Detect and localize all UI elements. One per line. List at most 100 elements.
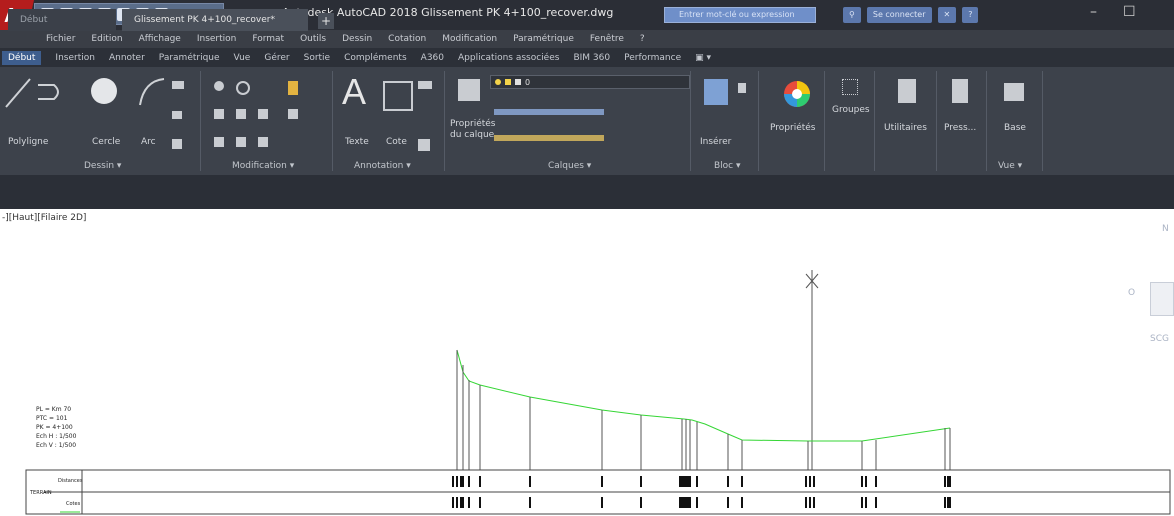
menu-help[interactable]: ?: [640, 34, 645, 44]
tab-vue[interactable]: Vue: [234, 53, 251, 63]
menu-outils[interactable]: Outils: [300, 34, 326, 44]
panel-vue-title[interactable]: Vue ▾: [998, 161, 1022, 171]
scale-icon[interactable]: [236, 137, 246, 147]
search-input[interactable]: Entrer mot-clé ou expression: [664, 7, 816, 23]
tick-mark: [468, 476, 470, 487]
tab-debut[interactable]: Début: [2, 50, 42, 65]
menu-bar: Fichier Edition Affichage Insertion Form…: [0, 30, 1174, 48]
stretch-icon[interactable]: [214, 137, 224, 147]
layer-dropdown[interactable]: 0: [490, 75, 690, 89]
menu-insertion[interactable]: Insertion: [197, 34, 237, 44]
rectangle-icon[interactable]: [172, 81, 184, 89]
create-block-icon[interactable]: [738, 83, 746, 93]
tick-mark: [640, 497, 642, 508]
drawing-canvas[interactable]: TERRAIN Distances Cotes: [0, 209, 1174, 516]
copy-icon[interactable]: [214, 109, 224, 119]
layer-name: 0: [525, 77, 531, 87]
cercle-label[interactable]: Cercle: [92, 137, 120, 147]
tab-insertion[interactable]: Insertion: [55, 53, 95, 63]
cote-label[interactable]: Cote: [386, 137, 407, 147]
tick-mark: [452, 497, 454, 508]
panel-calques-title[interactable]: Calques ▾: [548, 161, 591, 171]
menu-fichier[interactable]: Fichier: [46, 34, 75, 44]
minimize-button[interactable]: –: [1090, 4, 1123, 20]
tab-complements[interactable]: Compléments: [344, 53, 407, 63]
tab-applications-associees[interactable]: Applications associées: [458, 53, 559, 63]
tick-mark: [947, 476, 949, 487]
text-icon[interactable]: A: [342, 71, 366, 113]
erase-icon[interactable]: [288, 81, 298, 95]
utilitaires-label[interactable]: Utilitaires: [884, 123, 927, 133]
login-button[interactable]: Se connecter: [866, 7, 932, 23]
insert-block-icon[interactable]: [704, 79, 728, 105]
tab-performance[interactable]: Performance: [624, 53, 681, 63]
arc-label[interactable]: Arc: [141, 137, 156, 147]
gradient-icon[interactable]: [172, 139, 182, 149]
tick-mark: [460, 497, 462, 508]
tick-mark: [689, 497, 691, 508]
menu-edition[interactable]: Edition: [91, 34, 122, 44]
fillet-icon[interactable]: [258, 109, 268, 119]
panel-modification-title[interactable]: Modification ▾: [232, 161, 294, 171]
leader-icon[interactable]: [418, 81, 432, 89]
window-controls: –☐: [1090, 4, 1162, 20]
menu-fenetre[interactable]: Fenêtre: [590, 34, 624, 44]
exchange-apps-icon[interactable]: ✕: [937, 7, 957, 23]
line-icon[interactable]: [4, 75, 32, 111]
panel-annotation-title[interactable]: Annotation ▾: [354, 161, 411, 171]
explode-icon[interactable]: [288, 109, 298, 119]
layer-tools-row-1[interactable]: [494, 109, 604, 115]
tab-parametrique[interactable]: Paramétrique: [159, 53, 220, 63]
menu-affichage[interactable]: Affichage: [139, 34, 181, 44]
arc-icon[interactable]: [136, 75, 166, 107]
base-view-icon[interactable]: [1004, 83, 1024, 101]
groupes-label[interactable]: Groupes: [832, 105, 870, 115]
tick-mark: [813, 476, 815, 487]
dimension-icon[interactable]: [383, 81, 413, 111]
layer-tools-row-2[interactable]: [494, 135, 604, 141]
tab-gerer[interactable]: Gérer: [264, 53, 289, 63]
help-icon[interactable]: ?: [962, 7, 979, 23]
layer-properties-icon[interactable]: [458, 79, 480, 101]
panel-separator: [690, 71, 691, 171]
presse-papiers-label[interactable]: Press...: [944, 123, 976, 133]
mirror-icon[interactable]: [236, 109, 246, 119]
rotate-icon[interactable]: [236, 81, 250, 95]
proprietes-calque-label[interactable]: Propriétés du calque: [450, 119, 495, 141]
array-icon[interactable]: [258, 137, 268, 147]
tick-mark: [805, 497, 807, 508]
tab-annoter[interactable]: Annoter: [109, 53, 145, 63]
tab-bim360[interactable]: BIM 360: [573, 53, 610, 63]
binoculars-icon[interactable]: ⚲: [843, 7, 861, 23]
group-icon[interactable]: [842, 79, 858, 95]
tab-active-drawing[interactable]: Glissement PK 4+100_recover*: [122, 9, 308, 31]
menu-cotation[interactable]: Cotation: [388, 34, 426, 44]
clipboard-icon[interactable]: [952, 79, 968, 103]
panel-dessin-title[interactable]: Dessin ▾: [84, 161, 121, 171]
tab-start[interactable]: Début: [8, 9, 116, 31]
ribbon-toggle-icon[interactable]: ▣ ▾: [695, 53, 711, 63]
menu-dessin[interactable]: Dessin: [342, 34, 372, 44]
move-icon[interactable]: [214, 81, 224, 91]
polyligne-label[interactable]: Polyligne: [8, 137, 48, 147]
panel-bloc-title[interactable]: Bloc ▾: [714, 161, 741, 171]
calculator-icon[interactable]: [898, 79, 916, 103]
menu-format[interactable]: Format: [252, 34, 284, 44]
inserer-label[interactable]: Insérer: [700, 137, 731, 147]
tick-mark: [462, 476, 464, 487]
tick-mark: [949, 476, 951, 487]
menu-modification[interactable]: Modification: [442, 34, 497, 44]
circle-icon[interactable]: [88, 75, 120, 107]
tab-a360[interactable]: A360: [421, 53, 444, 63]
table-icon[interactable]: [418, 139, 430, 151]
texte-label[interactable]: Texte: [345, 137, 369, 147]
properties-color-wheel-icon[interactable]: [782, 79, 812, 109]
polyline-icon[interactable]: [34, 77, 64, 107]
new-tab-button[interactable]: +: [318, 13, 334, 29]
maximize-button[interactable]: ☐: [1123, 4, 1162, 20]
hatch-icon[interactable]: [172, 111, 182, 119]
tab-sortie[interactable]: Sortie: [304, 53, 331, 63]
menu-parametrique[interactable]: Paramétrique: [513, 34, 574, 44]
base-label[interactable]: Base: [1004, 123, 1026, 133]
proprietes-label[interactable]: Propriétés: [770, 123, 815, 133]
